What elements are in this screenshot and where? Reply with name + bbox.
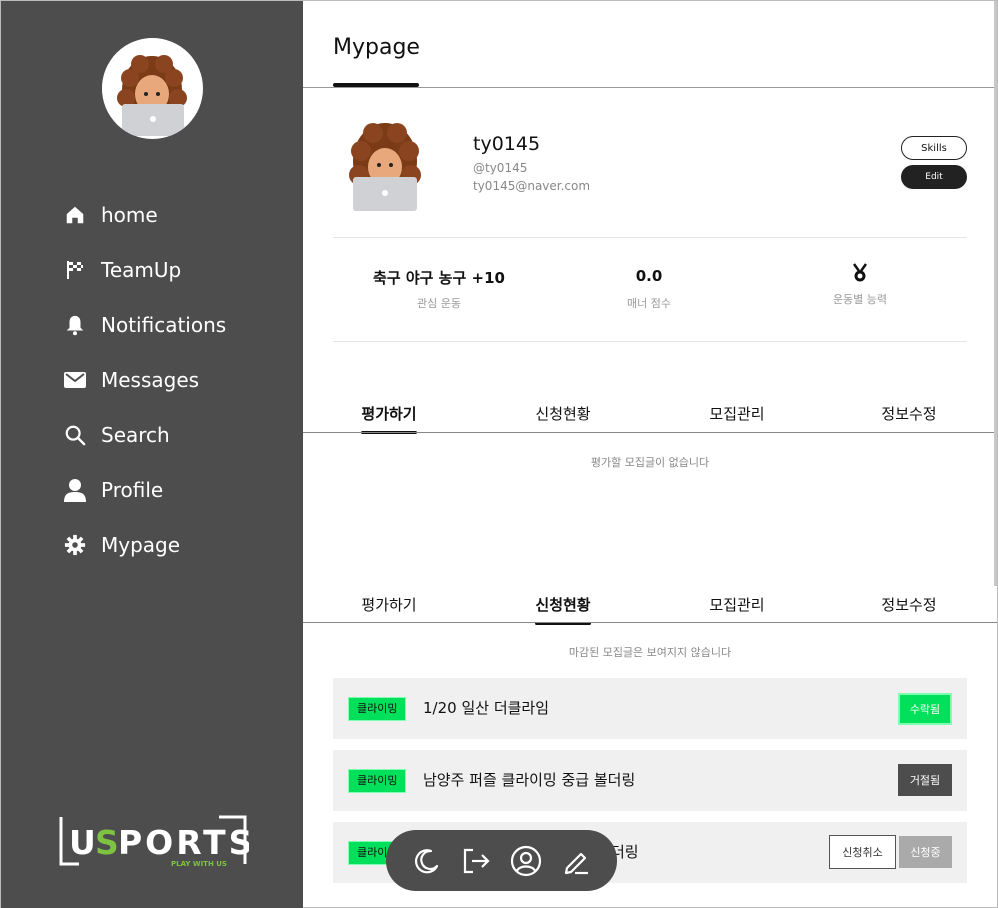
floating-action-bar <box>386 830 617 891</box>
tab-recruit-manage[interactable]: 모집관리 <box>677 403 797 424</box>
stat-interest-sports: 축구 야구 농구 +10 관심 운동 <box>339 267 539 311</box>
cancel-application-button[interactable]: 신청취소 <box>829 835 896 869</box>
main-content: Mypage ty0145 @ty0145 ty0145@naver.com S… <box>303 1 997 908</box>
sidebar-item-label: Search <box>101 422 170 447</box>
stat-manner-score: 0.0 매너 점수 <box>549 267 749 311</box>
sidebar-item-label: TeamUp <box>101 257 182 282</box>
tab-recruit-manage[interactable]: 모집관리 <box>677 594 797 615</box>
user-handle: @ty0145 <box>473 161 528 175</box>
sidebar-item-teamup[interactable]: TeamUp <box>63 242 226 297</box>
checkered-flag-icon <box>63 258 87 282</box>
page-title: Mypage <box>333 35 420 60</box>
list-item[interactable]: 클라이밍 1/20 일산 더클라임 수락됨 <box>333 678 967 739</box>
sidebar-item-label: Notifications <box>101 312 227 337</box>
empty-state-message: 평가할 모집글이 없습니다 <box>590 456 710 469</box>
divider <box>303 432 997 433</box>
sidebar-item-mypage[interactable]: Mypage <box>63 517 226 572</box>
tab-edit-info[interactable]: 정보수정 <box>849 594 969 615</box>
status-badge: 신청중 <box>899 836 952 868</box>
medal-icon <box>760 263 960 285</box>
tab-edit-info[interactable]: 정보수정 <box>849 403 969 424</box>
logout-icon[interactable] <box>461 845 493 877</box>
stat-caption: 매너 점수 <box>627 297 671 310</box>
app-window: home TeamUp Notifications Messages Searc… <box>0 0 998 908</box>
tab-evaluate[interactable]: 평가하기 <box>329 594 449 615</box>
stat-value: 0.0 <box>635 267 663 285</box>
bell-icon <box>63 313 87 337</box>
list-item[interactable]: 클라이밍 남양주 퍼즐 클라이밍 중급 볼더링 거절됨 <box>333 750 967 811</box>
sport-tag: 클라이밍 <box>348 697 407 721</box>
tab-bar: 평가하기 신청현황 모집관리 정보수정 <box>303 594 997 634</box>
tab-applications[interactable]: 신청현황 <box>503 594 623 615</box>
divider <box>303 622 997 623</box>
envelope-icon <box>63 368 87 392</box>
info-message: 마감된 모집글은 보여지지 않습니다 <box>568 646 732 659</box>
scrollbar[interactable] <box>994 1 997 586</box>
divider <box>333 341 967 342</box>
svg-text:PLAY WITH US: PLAY WITH US <box>171 860 227 868</box>
gear-icon <box>63 533 87 557</box>
edit-profile-button[interactable]: Edit <box>901 165 967 189</box>
divider <box>333 237 967 238</box>
tab-applications[interactable]: 신청현황 <box>503 403 623 424</box>
sidebar-item-notifications[interactable]: Notifications <box>63 297 226 352</box>
sidebar: home TeamUp Notifications Messages Searc… <box>1 1 303 908</box>
sidebar-item-label: Messages <box>101 367 200 392</box>
sidebar-item-label: home <box>101 202 158 227</box>
profile-avatar <box>349 121 421 213</box>
tab-evaluate[interactable]: 평가하기 <box>329 403 449 424</box>
stat-value: 축구 야구 농구 +10 <box>373 269 505 287</box>
tab-bar: 평가하기 신청현황 모집관리 정보수정 <box>303 403 997 443</box>
sidebar-item-label: Mypage <box>101 532 181 557</box>
divider <box>303 87 997 88</box>
user-icon <box>63 478 87 502</box>
user-circle-icon[interactable] <box>510 845 542 877</box>
sidebar-item-search[interactable]: Search <box>63 407 226 462</box>
moon-icon[interactable] <box>411 845 443 877</box>
sidebar-item-profile[interactable]: Profile <box>63 462 226 517</box>
sport-tag: 클라이밍 <box>348 769 407 793</box>
username: ty0145 <box>473 133 541 155</box>
home-icon <box>63 203 87 227</box>
skills-button[interactable]: Skills <box>901 136 967 160</box>
user-email: ty0145@naver.com <box>473 179 591 193</box>
status-badge: 수락됨 <box>898 693 952 725</box>
search-icon <box>63 423 87 447</box>
sidebar-item-home[interactable]: home <box>63 187 226 242</box>
sidebar-nav: home TeamUp Notifications Messages Searc… <box>63 187 226 572</box>
sidebar-item-messages[interactable]: Messages <box>63 352 226 407</box>
post-title[interactable]: 1/20 일산 더클라임 <box>423 697 549 718</box>
svg-text:U: U <box>69 823 98 862</box>
post-title[interactable]: 남양주 퍼즐 클라이밍 중급 볼더링 <box>423 769 635 790</box>
status-badge: 거절됨 <box>898 764 952 796</box>
stat-caption: 관심 운동 <box>417 297 461 310</box>
stat-caption: 운동별 능력 <box>832 293 888 306</box>
stat-sport-ability[interactable]: 운동별 능력 <box>760 263 960 307</box>
usports-logo: U S PORTS PLAY WITH US <box>59 814 252 870</box>
sidebar-item-label: Profile <box>101 477 164 502</box>
sidebar-avatar[interactable] <box>102 38 203 139</box>
svg-text:S: S <box>95 823 119 862</box>
svg-text:PORTS: PORTS <box>118 823 249 862</box>
pencil-icon[interactable] <box>560 845 592 877</box>
